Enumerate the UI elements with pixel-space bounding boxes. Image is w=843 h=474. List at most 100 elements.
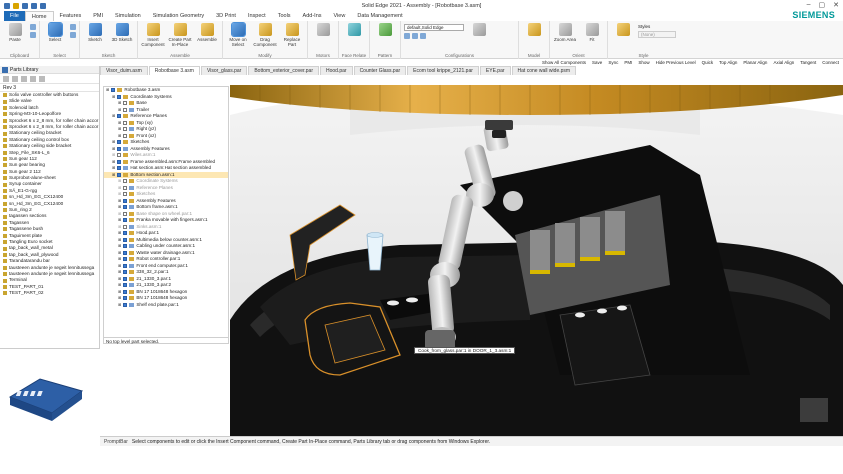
sketch-button[interactable]: Sketch <box>83 23 107 51</box>
hide-previous-level-button[interactable]: Hide Previous Level <box>656 60 696 65</box>
motors-button[interactable] <box>311 23 335 51</box>
connect-button[interactable]: Connect <box>822 60 839 65</box>
visibility-checkbox[interactable] <box>123 179 128 184</box>
list-item[interactable]: TEST_PART_02 <box>3 290 99 296</box>
select-option-2[interactable] <box>70 32 76 38</box>
move-on-select-button[interactable]: Move on Select <box>226 22 250 51</box>
doc-tab[interactable]: Bottom_exterior_cover.par <box>248 66 319 75</box>
visibility-checkbox[interactable] <box>123 133 128 138</box>
show-all-components-button[interactable]: Show All Components <box>542 60 586 65</box>
visibility-checkbox[interactable] <box>117 114 122 119</box>
tab-simulation[interactable]: Simulation <box>109 11 147 21</box>
visibility-checkbox[interactable] <box>123 237 128 242</box>
expand-icon[interactable]: ⊞ <box>118 107 121 114</box>
file-tab[interactable]: File <box>4 11 25 21</box>
visibility-checkbox[interactable] <box>123 276 128 281</box>
visibility-checkbox[interactable] <box>123 120 128 125</box>
configuration-button[interactable] <box>467 23 491 51</box>
cut-button[interactable] <box>30 24 36 30</box>
glass-cup[interactable] <box>366 234 384 271</box>
cmd-show-button[interactable]: Show <box>638 60 649 65</box>
tab-data-management[interactable]: Data Management <box>351 11 408 21</box>
drag-component-button[interactable]: Drag Component <box>253 23 277 51</box>
visibility-checkbox[interactable] <box>123 296 128 301</box>
fit-button[interactable]: Fit <box>580 23 604 51</box>
visibility-checkbox[interactable] <box>123 257 128 262</box>
tab-home[interactable]: Home <box>24 10 54 22</box>
configuration-select[interactable]: default,Solid Edge <box>404 24 464 31</box>
doc-tab[interactable]: EYE.par <box>479 66 511 75</box>
tab-3d-print[interactable]: 3D Print <box>210 11 242 21</box>
create-part-in-place-button[interactable]: Create Part In-Place <box>168 23 192 51</box>
quick-button[interactable]: Quick <box>702 60 714 65</box>
visibility-checkbox[interactable] <box>123 283 128 288</box>
visibility-checkbox[interactable] <box>123 250 128 255</box>
doc-tab[interactable]: Visor_duim.asm <box>100 66 148 75</box>
maximize-button[interactable]: ▢ <box>819 1 826 9</box>
visibility-checkbox[interactable] <box>123 127 128 132</box>
cmd-pmi-button[interactable]: PMI <box>624 60 632 65</box>
visibility-checkbox[interactable] <box>117 159 122 164</box>
planar-align-button[interactable]: Planar Align <box>743 60 767 65</box>
paste-button[interactable]: Paste <box>3 23 27 51</box>
expand-icon[interactable]: ⊞ <box>118 302 121 309</box>
view-cube[interactable] <box>800 398 828 422</box>
tab-add-ins[interactable]: Add-Ins <box>297 11 328 21</box>
visibility-checkbox[interactable] <box>117 94 122 99</box>
visibility-checkbox[interactable] <box>117 153 122 158</box>
back-icon[interactable] <box>3 75 9 82</box>
visibility-checkbox[interactable] <box>111 88 116 93</box>
tree-row[interactable]: ⊞ Shelf end plate.par:1 <box>104 302 228 309</box>
select-button[interactable]: Select <box>43 22 67 51</box>
copy-button[interactable] <box>30 32 36 38</box>
view-mode-icon[interactable] <box>39 75 45 82</box>
cmd-sync-button[interactable]: Sync <box>608 60 618 65</box>
up-folder-icon[interactable] <box>21 75 27 82</box>
assemble-button[interactable]: Assemble <box>195 23 219 51</box>
visibility-checkbox[interactable] <box>117 140 122 145</box>
visibility-checkbox[interactable] <box>123 205 128 210</box>
visibility-checkbox[interactable] <box>123 107 128 112</box>
tab-pmi[interactable]: PMI <box>87 11 109 21</box>
doc-tab[interactable]: Ecom tool krippe_2121.par <box>407 66 479 75</box>
visibility-checkbox[interactable] <box>123 263 128 268</box>
expand-icon[interactable]: ⊞ <box>118 133 121 140</box>
expand-icon[interactable]: ⊞ <box>112 113 115 120</box>
face-relate-button[interactable] <box>342 23 366 51</box>
search-icon[interactable] <box>30 75 36 82</box>
visibility-checkbox[interactable] <box>123 185 128 190</box>
visibility-checkbox[interactable] <box>123 218 128 223</box>
doc-tab[interactable]: Hood.par <box>319 66 353 75</box>
3d-sketch-button[interactable]: 3D Sketch <box>110 23 134 51</box>
select-option-1[interactable] <box>70 24 76 30</box>
visibility-checkbox[interactable] <box>123 244 128 249</box>
doc-tab[interactable]: Hat cone wall wide.psm <box>511 66 577 75</box>
visibility-checkbox[interactable] <box>123 302 128 307</box>
doc-tab-active[interactable]: Robotbase 3.asm <box>148 66 200 75</box>
visibility-checkbox[interactable] <box>123 192 128 197</box>
tab-tools[interactable]: Tools <box>272 11 297 21</box>
3d-viewport[interactable] <box>230 75 843 436</box>
tangent-button[interactable]: Tangent <box>800 60 816 65</box>
config-explode-icon[interactable] <box>420 33 426 39</box>
forward-icon[interactable] <box>12 75 18 82</box>
config-icon[interactable] <box>404 33 410 39</box>
close-button[interactable]: ✕ <box>833 1 839 9</box>
visibility-checkbox[interactable] <box>123 101 128 106</box>
visibility-checkbox[interactable] <box>117 166 122 171</box>
tab-inspect[interactable]: Inspect <box>242 11 272 21</box>
doc-tab[interactable]: Counter Glass.par <box>353 66 407 75</box>
minimize-button[interactable]: – <box>807 1 811 9</box>
expand-icon[interactable]: ⊞ <box>106 87 109 94</box>
visibility-checkbox[interactable] <box>123 224 128 229</box>
replace-part-button[interactable]: Replace Part <box>280 23 304 51</box>
expand-icon[interactable]: ⊞ <box>112 94 115 101</box>
pattern-button[interactable] <box>373 23 397 51</box>
view-style-button[interactable] <box>611 23 635 51</box>
top-align-button[interactable]: Top Align <box>719 60 737 65</box>
config-save-icon[interactable] <box>412 33 418 39</box>
assembly-scene[interactable] <box>230 75 843 436</box>
zoom-area-button[interactable]: Zoom Area <box>553 23 577 51</box>
visibility-checkbox[interactable] <box>117 146 122 151</box>
doc-tab[interactable]: Visor_glass.par <box>200 66 248 75</box>
